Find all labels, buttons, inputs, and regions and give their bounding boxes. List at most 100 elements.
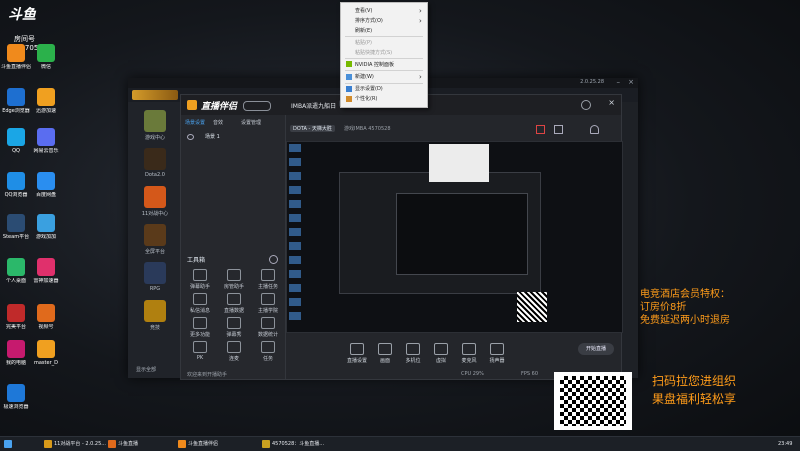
desktop-icon[interactable]: Edge浏览器	[0, 88, 32, 114]
toolbox-item[interactable]: 主播学院	[253, 293, 283, 314]
qr-code	[554, 372, 632, 430]
app-icon	[7, 88, 25, 106]
desktop-icon[interactable]: QQ	[0, 128, 32, 154]
launcher-game-item[interactable]: 游戏中心	[134, 110, 176, 141]
eye-icon[interactable]	[187, 134, 194, 140]
desktop-icon-label: 百度网盘	[35, 192, 56, 198]
toolbox-item[interactable]: 连麦	[219, 341, 249, 362]
preview-nested-window	[339, 172, 541, 294]
app-icon	[7, 340, 25, 358]
desktop-icon[interactable]: 视频号	[30, 304, 62, 330]
submenu-arrow-icon: ›	[419, 17, 422, 25]
toolbar-label: 多机位	[405, 358, 421, 364]
bottom-toolbar-button[interactable]: 画面	[372, 343, 398, 364]
desktop-icon[interactable]: 斗鱼直播伴侣	[0, 44, 32, 70]
menu-separator	[345, 36, 423, 37]
tool-icon	[193, 293, 207, 305]
desktop-icon[interactable]: 极速浏览器	[0, 384, 32, 410]
gift-icon[interactable]	[554, 125, 563, 134]
scene-tab[interactable]: 音效	[213, 119, 223, 126]
taskbar-item[interactable]: 斗鱼直播伴侣	[178, 439, 218, 449]
context-menu-item[interactable]: 粘贴快捷方式(S)	[355, 49, 392, 57]
taskbar-app-icon	[108, 439, 116, 448]
scene-label: 场景 1	[205, 134, 220, 140]
toolbar-icon	[350, 343, 364, 355]
desktop-icon-label: Edge浏览器	[2, 108, 30, 114]
bottom-toolbar-button[interactable]: 虚拟	[428, 343, 454, 364]
context-menu-item[interactable]: 粘贴(P)	[355, 39, 372, 47]
bottom-toolbar-button[interactable]: 扬声器	[484, 343, 510, 364]
close-icon[interactable]: ×	[628, 78, 634, 86]
desktop-icon[interactable]: 雷神加速器	[30, 258, 62, 284]
submenu-arrow-icon: ›	[419, 7, 422, 15]
desktop-icon[interactable]: 微信	[30, 44, 62, 70]
context-menu-item[interactable]: 排序方式(O)	[355, 17, 383, 25]
launcher-game-item[interactable]: Dota2.0	[134, 148, 176, 178]
scene-tab[interactable]: 设置管理	[241, 119, 261, 126]
minimize-icon[interactable]: –	[617, 78, 621, 86]
start-live-button[interactable]: 开始直播	[578, 343, 614, 355]
toolbox-item[interactable]: 数据统计	[253, 317, 283, 338]
toolbox-item[interactable]: 任务	[253, 341, 283, 362]
taskbar-item[interactable]: 11对战平台 - 2.0.25...	[44, 439, 106, 449]
context-menu-item[interactable]: 查看(V)	[355, 7, 372, 15]
desktop-icon[interactable]: 百度网盘	[30, 172, 62, 198]
context-menu-item[interactable]: NVIDIA 控制面板	[355, 61, 394, 69]
scene-tab[interactable]: 场景设置	[185, 119, 205, 126]
bottom-toolbar: 直播设置 画面 多机位 虚拟 麦克风 扬声器	[286, 339, 621, 369]
bottom-toolbar-button[interactable]: 麦克风	[456, 343, 482, 364]
bottom-toolbar-button[interactable]: 直播设置	[344, 343, 370, 364]
taskbar-app-icon	[262, 439, 270, 448]
desktop-icon-label: 极速浏览器	[3, 404, 29, 410]
desktop-icon[interactable]: master_D	[30, 340, 62, 366]
toolbox-label: 工具箱	[187, 257, 206, 264]
toolbox-item[interactable]: 更多功能	[185, 317, 215, 338]
toolbar-label: 虚拟	[435, 358, 446, 364]
toolbox-item[interactable]: 弹幕秀	[219, 317, 249, 338]
toolbox-item[interactable]: PK	[185, 341, 215, 361]
taskbar-item[interactable]: 4570528：斗鱼直播...	[262, 439, 324, 449]
desktop-icon[interactable]: 网易云音乐	[30, 128, 62, 154]
toolbox-item[interactable]: 弹幕助手	[185, 269, 215, 290]
toolbox-item[interactable]: 房管助手	[219, 269, 249, 290]
app-icon	[37, 88, 55, 106]
tool-icon	[227, 269, 241, 281]
toolbox-item[interactable]: 私信消息	[185, 293, 215, 314]
taskbar-item[interactable]: 斗鱼直播	[108, 439, 138, 449]
desktop-icon[interactable]: Steam平台	[0, 214, 32, 240]
desktop-icon[interactable]: 个人桌面	[0, 258, 32, 284]
toolbox-more-icon[interactable]	[269, 255, 278, 264]
desktop-icon[interactable]: QQ浏览器	[0, 172, 32, 198]
launcher-game-list: 游戏中心 Dota2.0 11对战中心全屏平台 RPG 竞技	[128, 102, 182, 378]
launcher-bottom-label[interactable]: 显示全部	[136, 366, 156, 373]
scene-row[interactable]: 场景 1	[185, 133, 281, 141]
context-menu-item[interactable]: 显示设置(D)	[355, 85, 383, 93]
start-button[interactable]	[4, 439, 14, 449]
desktop-icon[interactable]: 我的电脑	[0, 340, 32, 366]
launcher-game-item[interactable]: RPG	[134, 262, 176, 292]
game-label: 全屏平台	[144, 249, 165, 255]
taskbar-app-icon	[44, 439, 52, 448]
close-icon[interactable]: ×	[608, 98, 615, 107]
settings-icon[interactable]	[581, 100, 591, 110]
share-icon[interactable]	[536, 125, 545, 134]
toolbar-icon	[406, 343, 420, 355]
context-menu-item[interactable]: 新建(W)	[355, 73, 374, 81]
launcher-game-item[interactable]: 竞技	[134, 300, 176, 331]
bell-icon[interactable]	[590, 125, 599, 134]
tool-label: 数据统计	[257, 332, 278, 338]
desktop-icon[interactable]: 游戏加加	[30, 214, 62, 240]
menu-item-icon	[346, 74, 352, 80]
toolbox-item[interactable]: 直播数据	[219, 293, 249, 314]
toolbox-item[interactable]: 主播任务	[253, 269, 283, 290]
context-menu-item[interactable]: 刷新(E)	[355, 27, 372, 35]
bottom-toolbar-button[interactable]: 多机位	[400, 343, 426, 364]
app-icon	[37, 172, 55, 190]
desktop-icon[interactable]: 完美平台	[0, 304, 32, 330]
livehime-window[interactable]: 直播伴侣 IMBA派遣九船日 上播 × 场景设置音效设置管理 场景 1 工具箱 …	[180, 94, 623, 380]
desktop-icon-label: 完美平台	[5, 324, 26, 330]
launcher-game-item[interactable]: 全屏平台	[134, 224, 176, 255]
context-menu-item[interactable]: 个性化(R)	[355, 95, 377, 103]
desktop-icon[interactable]: 迅游加速	[30, 88, 62, 114]
launcher-game-item[interactable]: 11对战中心	[134, 186, 176, 217]
